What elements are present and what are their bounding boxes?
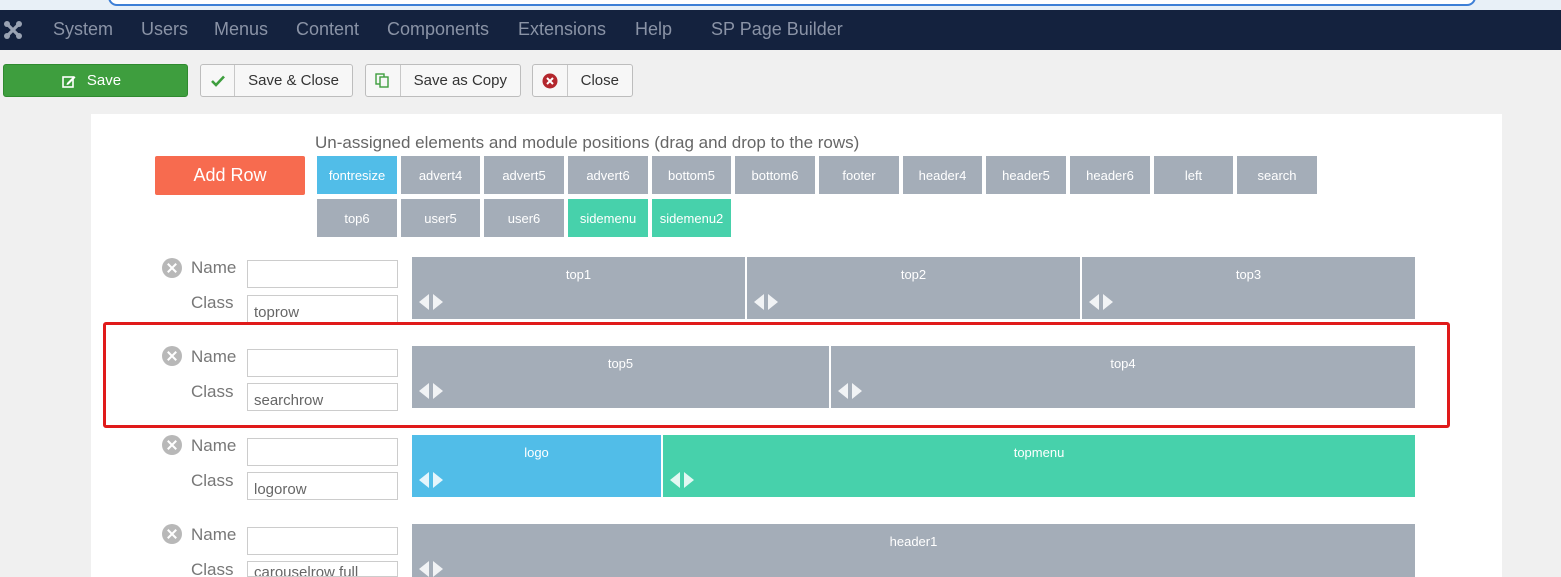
row-class-input[interactable] (247, 472, 398, 500)
copy-icon (366, 65, 401, 96)
arrow-left-icon[interactable] (419, 472, 429, 488)
row-name-input[interactable] (247, 349, 398, 377)
row-name-input[interactable] (247, 260, 398, 288)
unassigned-chip-fontresize[interactable]: fontresize (317, 156, 397, 194)
nav-system[interactable]: System (53, 19, 113, 40)
nav-sp-page-builder[interactable]: SP Page Builder (711, 19, 843, 40)
unassigned-chip-sidemenu[interactable]: sidemenu (568, 199, 648, 237)
row-class-input[interactable] (247, 383, 398, 411)
unassigned-chip-header6[interactable]: header6 (1070, 156, 1150, 194)
row-column-logo[interactable]: logo (412, 435, 661, 497)
save-label: Save (86, 72, 122, 89)
unassigned-chip-sidemenu2[interactable]: sidemenu2 (652, 199, 731, 237)
arrow-right-icon[interactable] (433, 561, 443, 577)
row-column-top1[interactable]: top1 (412, 257, 745, 319)
row-name-input[interactable] (247, 527, 398, 555)
row-name-label: Name (191, 347, 237, 366)
remove-row-icon[interactable] (162, 524, 182, 544)
column-label: logo (524, 445, 549, 460)
unassigned-chip-header4[interactable]: header4 (903, 156, 982, 194)
arrow-left-icon[interactable] (419, 561, 429, 577)
arrow-left-icon[interactable] (1089, 294, 1099, 310)
unassigned-chip-bottom6[interactable]: bottom6 (735, 156, 815, 194)
column-label: topmenu (1013, 445, 1065, 460)
close-circle-icon (533, 65, 568, 96)
nav-components[interactable]: Components (387, 19, 489, 40)
row-class-label: Class (191, 293, 234, 312)
save-button[interactable]: Save (3, 64, 188, 97)
nav-content[interactable]: Content (296, 19, 359, 40)
row-column-topmenu[interactable]: topmenu (663, 435, 1415, 497)
column-label: top4 (1110, 356, 1136, 371)
toolbar: Save Save & Close Save as Copy Close (0, 50, 1561, 114)
address-bar[interactable] (108, 0, 1476, 6)
arrow-right-icon[interactable] (1103, 294, 1113, 310)
save-close-button[interactable]: Save & Close (200, 64, 353, 97)
unassigned-chip-top6[interactable]: top6 (317, 199, 397, 237)
unassigned-chip-bottom5[interactable]: bottom5 (652, 156, 731, 194)
unassigned-chip-user5[interactable]: user5 (401, 199, 480, 237)
arrow-right-icon[interactable] (684, 472, 694, 488)
arrow-left-icon[interactable] (670, 472, 680, 488)
unassigned-chip-advert5[interactable]: advert5 (484, 156, 564, 194)
unassigned-chip-left[interactable]: left (1154, 156, 1233, 194)
column-label: top5 (607, 356, 634, 371)
edit-icon (57, 65, 81, 96)
row-name-label: Name (191, 258, 237, 277)
row-name-label: Name (191, 525, 237, 544)
close-button[interactable]: Close (532, 64, 633, 97)
row-class-input[interactable] (247, 561, 398, 577)
arrow-right-icon[interactable] (433, 472, 443, 488)
joomla-logo-icon[interactable] (2, 19, 24, 41)
row-name-label: Name (191, 436, 237, 455)
save-copy-label: Save as Copy (413, 72, 507, 89)
row-class-label: Class (191, 382, 234, 401)
admin-navbar: System Users Menus Content Components Ex… (0, 10, 1561, 50)
save-copy-button[interactable]: Save as Copy (365, 64, 521, 97)
save-close-label: Save & Close (248, 72, 339, 89)
row-class-input[interactable] (247, 295, 398, 323)
arrow-right-icon[interactable] (433, 294, 443, 310)
unassigned-chip-advert6[interactable]: advert6 (568, 156, 648, 194)
nav-users[interactable]: Users (141, 19, 188, 40)
column-label: header1 (889, 534, 938, 549)
arrow-left-icon[interactable] (838, 383, 848, 399)
arrow-left-icon[interactable] (419, 383, 429, 399)
row-column-top5[interactable]: top5 (412, 346, 829, 408)
row-class-label: Class (191, 471, 234, 490)
add-row-button[interactable]: Add Row (155, 156, 305, 195)
unassigned-chip-advert4[interactable]: advert4 (401, 156, 480, 194)
row-name-input[interactable] (247, 438, 398, 466)
arrow-right-icon[interactable] (433, 383, 443, 399)
row-column-top2[interactable]: top2 (747, 257, 1080, 319)
arrow-right-icon[interactable] (852, 383, 862, 399)
arrow-left-icon[interactable] (419, 294, 429, 310)
nav-extensions[interactable]: Extensions (518, 19, 606, 40)
unassigned-chip-user6[interactable]: user6 (484, 199, 564, 237)
checkmark-icon (201, 65, 236, 96)
arrow-right-icon[interactable] (768, 294, 778, 310)
nav-menus[interactable]: Menus (214, 19, 268, 40)
row-column-header1[interactable]: header1 (412, 524, 1415, 577)
remove-row-icon[interactable] (162, 435, 182, 455)
row-column-top3[interactable]: top3 (1082, 257, 1415, 319)
unassigned-chip-header5[interactable]: header5 (986, 156, 1066, 194)
unassigned-chip-footer[interactable]: footer (819, 156, 899, 194)
row-column-top4[interactable]: top4 (831, 346, 1415, 408)
column-label: top2 (900, 267, 927, 282)
unassigned-title: Un-assigned elements and module position… (315, 133, 860, 152)
remove-row-icon[interactable] (162, 346, 182, 366)
close-label: Close (580, 72, 619, 89)
unassigned-chip-search[interactable]: search (1237, 156, 1317, 194)
remove-row-icon[interactable] (162, 258, 182, 278)
column-label: top3 (1235, 267, 1262, 282)
column-label: top1 (565, 267, 592, 282)
row-class-label: Class (191, 560, 234, 577)
arrow-left-icon[interactable] (754, 294, 764, 310)
nav-help[interactable]: Help (635, 19, 672, 40)
browser-strip (0, 0, 1561, 10)
